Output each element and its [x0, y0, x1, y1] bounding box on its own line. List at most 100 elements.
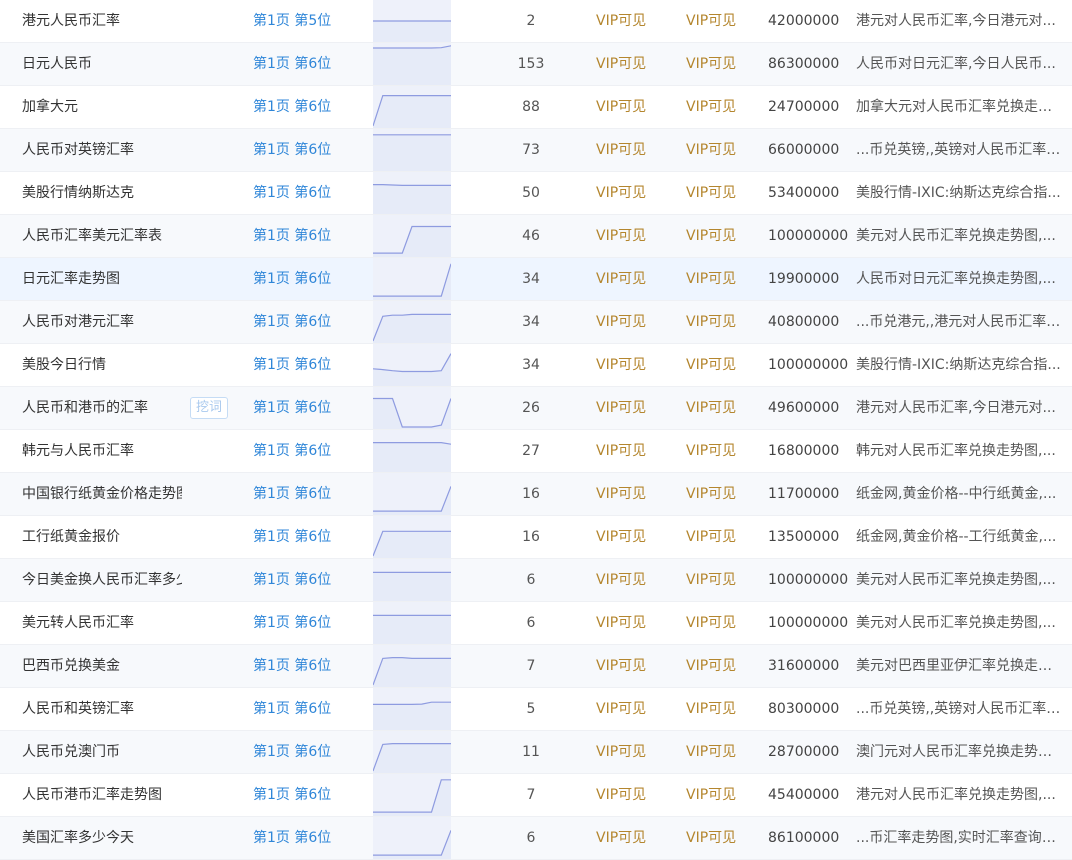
- count-cell: 6: [526, 572, 536, 588]
- volume-cell: 86300000: [768, 56, 840, 72]
- rank-link[interactable]: 第1页 第6位: [253, 774, 363, 816]
- count-cell: 153: [517, 56, 545, 72]
- vip-visible-cell[interactable]: VIP可见: [686, 774, 756, 816]
- vip-visible-cell[interactable]: VIP可见: [686, 516, 756, 558]
- keyword-cell: 日元汇率走势图: [22, 271, 120, 287]
- trend-chart: [373, 45, 451, 85]
- vip-visible-cell[interactable]: VIP可见: [596, 215, 666, 257]
- keyword-cell: 韩元与人民币汇率: [22, 443, 134, 459]
- volume-cell: 45400000: [768, 787, 840, 803]
- vip-visible-cell[interactable]: VIP可见: [596, 645, 666, 687]
- rank-link[interactable]: 第1页 第6位: [253, 473, 363, 515]
- description-cell: 港元对人民币汇率,今日港元对...: [856, 400, 1056, 416]
- rank-link[interactable]: 第1页 第6位: [253, 86, 363, 128]
- vip-visible-cell[interactable]: VIP可见: [686, 473, 756, 515]
- description-cell: 美元对人民币汇率兑换走势图,...: [856, 572, 1056, 588]
- count-cell: 6: [526, 615, 536, 631]
- vip-visible-cell[interactable]: VIP可见: [686, 172, 756, 214]
- vip-visible-cell[interactable]: VIP可见: [686, 430, 756, 472]
- vip-visible-cell[interactable]: VIP可见: [686, 688, 756, 730]
- rank-link[interactable]: 第1页 第6位: [253, 645, 363, 687]
- vip-visible-cell[interactable]: VIP可见: [596, 688, 666, 730]
- rank-link[interactable]: 第1页 第6位: [253, 129, 363, 171]
- description-cell: ...币兑英镑,,英镑对人民币汇率,...: [856, 701, 1062, 717]
- trend-area: [373, 314, 451, 343]
- trend-sparkline: [373, 473, 451, 515]
- vip-visible-cell[interactable]: VIP可见: [686, 731, 756, 773]
- vip-visible-cell[interactable]: VIP可见: [596, 817, 666, 859]
- vip-visible-cell[interactable]: VIP可见: [686, 0, 756, 42]
- volume-cell: 86100000: [768, 830, 840, 846]
- rank-link[interactable]: 第1页 第6位: [253, 387, 363, 429]
- volume-cell: 31600000: [768, 658, 840, 674]
- trend-area: [373, 743, 451, 773]
- vip-visible-cell[interactable]: VIP可见: [596, 86, 666, 128]
- trend-area: [373, 657, 451, 687]
- rank-link[interactable]: 第1页 第6位: [253, 215, 363, 257]
- table-row: 人民币港币汇率走势图 第1页 第6位 7 VIP可见 VIP可见 45400000 港元对人…: [0, 774, 1072, 817]
- count-cell: 46: [522, 228, 540, 244]
- trend-line: [373, 486, 451, 512]
- vip-visible-cell[interactable]: VIP可见: [596, 43, 666, 85]
- description-cell: 人民币对日元汇率,今日人民币...: [856, 56, 1056, 72]
- rank-link[interactable]: 第1页 第6位: [253, 559, 363, 601]
- table-row: 日元人民币 第1页 第6位 153 VIP可见 VIP可见 86300000 人民币对日元汇…: [0, 43, 1072, 86]
- trend-chart: [373, 701, 451, 730]
- vip-visible-cell[interactable]: VIP可见: [596, 430, 666, 472]
- rank-link[interactable]: 第1页 第6位: [253, 301, 363, 343]
- vip-visible-cell[interactable]: VIP可见: [596, 301, 666, 343]
- trend-area: [373, 531, 451, 558]
- rank-link[interactable]: 第1页 第6位: [253, 258, 363, 300]
- vip-visible-cell[interactable]: VIP可见: [596, 473, 666, 515]
- rank-link[interactable]: 第1页 第6位: [253, 602, 363, 644]
- volume-cell: 100000000: [768, 228, 848, 244]
- vip-visible-cell[interactable]: VIP可见: [596, 559, 666, 601]
- vip-visible-cell[interactable]: VIP可见: [686, 559, 756, 601]
- vip-visible-cell[interactable]: VIP可见: [596, 731, 666, 773]
- vip-visible-cell[interactable]: VIP可见: [596, 344, 666, 386]
- table-row: 韩元与人民币汇率 第1页 第6位 27 VIP可见 VIP可见 16800000 韩元对人民…: [0, 430, 1072, 473]
- vip-visible-cell[interactable]: VIP可见: [686, 817, 756, 859]
- vip-visible-cell[interactable]: VIP可见: [686, 602, 756, 644]
- rank-link[interactable]: 第1页 第6位: [253, 43, 363, 85]
- rank-link[interactable]: 第1页 第6位: [253, 817, 363, 859]
- trend-area: [373, 184, 451, 214]
- vip-visible-cell[interactable]: VIP可见: [596, 0, 666, 42]
- keyword-cell: 人民币对港元汇率: [22, 314, 134, 330]
- rank-link[interactable]: 第1页 第6位: [253, 430, 363, 472]
- count-cell: 6: [526, 830, 536, 846]
- vip-visible-cell[interactable]: VIP可见: [686, 344, 756, 386]
- volume-cell: 53400000: [768, 185, 840, 201]
- vip-visible-cell[interactable]: VIP可见: [596, 516, 666, 558]
- vip-visible-cell[interactable]: VIP可见: [596, 258, 666, 300]
- table-row: 美国汇率多少今天 第1页 第6位 6 VIP可见 VIP可见 86100000 ...币汇率…: [0, 817, 1072, 860]
- vip-visible-cell[interactable]: VIP可见: [686, 387, 756, 429]
- vip-visible-cell[interactable]: VIP可见: [596, 602, 666, 644]
- vip-visible-cell[interactable]: VIP可见: [596, 129, 666, 171]
- volume-cell: 13500000: [768, 529, 840, 545]
- rank-link[interactable]: 第1页 第6位: [253, 688, 363, 730]
- trend-sparkline: [373, 215, 451, 257]
- vip-visible-cell[interactable]: VIP可见: [686, 301, 756, 343]
- trend-sparkline: [373, 774, 451, 816]
- vip-visible-cell[interactable]: VIP可见: [596, 387, 666, 429]
- vip-visible-cell[interactable]: VIP可见: [686, 645, 756, 687]
- rank-link[interactable]: 第1页 第6位: [253, 344, 363, 386]
- dig-word-button[interactable]: 挖词: [190, 397, 229, 419]
- description-cell: 澳门元对人民币汇率兑换走势图...: [856, 744, 1062, 760]
- vip-visible-cell[interactable]: VIP可见: [686, 215, 756, 257]
- vip-visible-cell[interactable]: VIP可见: [596, 774, 666, 816]
- vip-visible-cell[interactable]: VIP可见: [686, 43, 756, 85]
- rank-link[interactable]: 第1页 第6位: [253, 516, 363, 558]
- description-cell: 美元对人民币汇率兑换走势图,...: [856, 615, 1056, 631]
- vip-visible-cell[interactable]: VIP可见: [596, 172, 666, 214]
- vip-visible-cell[interactable]: VIP可见: [686, 129, 756, 171]
- rank-link[interactable]: 第1页 第6位: [253, 172, 363, 214]
- count-cell: 16: [522, 486, 540, 502]
- count-cell: 16: [522, 529, 540, 545]
- trend-sparkline: [373, 817, 451, 859]
- rank-link[interactable]: 第1页 第6位: [253, 731, 363, 773]
- vip-visible-cell[interactable]: VIP可见: [686, 86, 756, 128]
- rank-link[interactable]: 第1页 第5位: [253, 0, 363, 42]
- vip-visible-cell[interactable]: VIP可见: [686, 258, 756, 300]
